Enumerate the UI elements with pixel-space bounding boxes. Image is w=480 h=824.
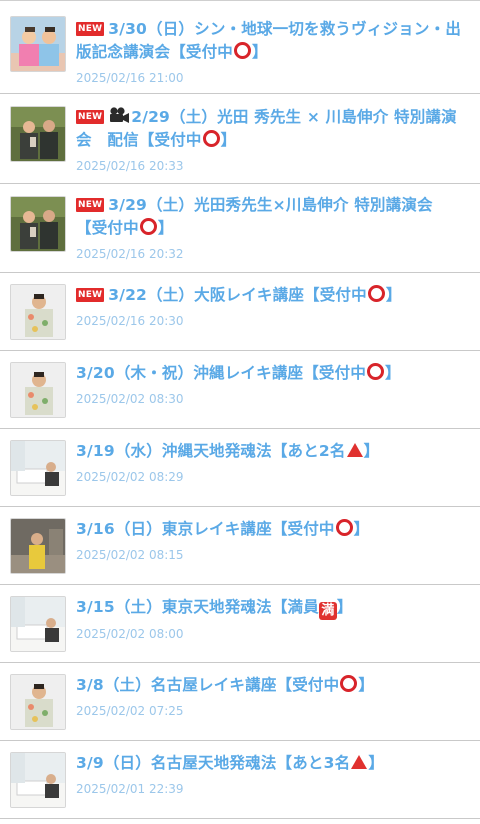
post-thumbnail[interactable] bbox=[10, 16, 66, 72]
post-title-text: 3/20（木・祝）沖縄レイキ講座【受付中 bbox=[76, 364, 367, 382]
post-date: 2025/02/16 20:30 bbox=[76, 314, 184, 328]
post-title[interactable]: 3/20（木・祝）沖縄レイキ講座【受付中】 bbox=[76, 362, 462, 385]
circle-icon bbox=[139, 218, 157, 235]
post-title-bracket: 】 bbox=[252, 43, 268, 61]
post-date: 2025/02/02 08:29 bbox=[76, 470, 184, 484]
post-title-text: 3/30（日）シン・地球一切を救うヴィジョン・出版記念講演会【受付中 bbox=[76, 20, 462, 61]
post-title[interactable]: NEW 3/30（日）シン・地球一切を救うヴィジョン・出版記念講演会【受付中】 bbox=[76, 18, 462, 64]
triangle-icon bbox=[346, 443, 363, 457]
post-thumbnail[interactable] bbox=[10, 752, 66, 808]
post-title-text: 2/29（土）光田 秀先生 × 川島伸介 特別講演会 配信【受付中 bbox=[76, 108, 457, 149]
triangle-icon bbox=[351, 755, 368, 769]
circle-icon bbox=[202, 130, 220, 147]
post-title-bracket: 】 bbox=[368, 754, 385, 772]
circle-icon bbox=[367, 285, 385, 302]
post-title[interactable]: NEW 2/29（土）光田 秀先生 × 川島伸介 特別講演会 配信【受付中】 bbox=[76, 106, 462, 152]
post-title-text: 3/8（土）名古屋レイキ講座【受付中 bbox=[76, 676, 340, 694]
list-item[interactable]: 3/20（木・祝）沖縄レイキ講座【受付中】 2025/02/02 08:30 bbox=[0, 351, 480, 429]
post-thumbnail[interactable] bbox=[10, 362, 66, 418]
post-date: 2025/02/02 07:25 bbox=[76, 704, 184, 718]
post-date: 2025/02/02 08:30 bbox=[76, 392, 184, 406]
video-camera-icon bbox=[110, 107, 130, 123]
post-title-text: 3/19（水）沖縄天地発魂法【あと2名 bbox=[76, 442, 346, 460]
post-title-bracket: 】 bbox=[353, 520, 370, 538]
list-item[interactable]: NEW 3/29（土）光田秀先生×川島伸介 特別講演会【受付中】 2025/02/… bbox=[0, 184, 480, 273]
post-title-bracket: 】 bbox=[385, 286, 402, 304]
post-date: 2025/02/16 20:33 bbox=[76, 159, 184, 173]
post-date: 2025/02/16 20:32 bbox=[76, 247, 184, 261]
post-title[interactable]: 3/15（土）東京天地発魂法【満員満】 bbox=[76, 596, 462, 620]
full-icon: 満 bbox=[318, 602, 337, 620]
post-title-text: 3/15（土）東京天地発魂法【満員 bbox=[76, 598, 319, 616]
post-thumbnail[interactable] bbox=[10, 674, 66, 730]
new-badge: NEW bbox=[76, 288, 105, 302]
circle-icon bbox=[335, 519, 353, 536]
post-thumbnail[interactable] bbox=[10, 596, 66, 652]
post-thumbnail[interactable] bbox=[10, 196, 66, 252]
post-date: 2025/02/01 22:39 bbox=[76, 782, 184, 796]
list-item[interactable]: 3/19（水）沖縄天地発魂法【あと2名】 2025/02/02 08:29 bbox=[0, 429, 480, 507]
post-title[interactable]: NEW 3/29（土）光田秀先生×川島伸介 特別講演会【受付中】 bbox=[76, 194, 462, 240]
new-badge: NEW bbox=[76, 110, 105, 124]
post-title-bracket: 】 bbox=[336, 598, 353, 616]
list-item[interactable]: NEW 2/29（土）光田 秀先生 × 川島伸介 特別講演会 配信【受付中】 20… bbox=[0, 94, 480, 184]
post-date: 2025/02/02 08:00 bbox=[76, 627, 184, 641]
new-badge: NEW bbox=[76, 22, 105, 36]
post-title-text: 3/29（土）光田秀先生×川島伸介 特別講演会【受付中 bbox=[76, 196, 433, 237]
post-title-text: 3/22（土）大阪レイキ講座【受付中 bbox=[108, 286, 367, 304]
post-title-text: 3/9（日）名古屋天地発魂法【あと3名 bbox=[76, 754, 351, 772]
post-title-bracket: 】 bbox=[363, 442, 380, 460]
list-item[interactable]: 3/15（土）東京天地発魂法【満員満】 2025/02/02 08:00 bbox=[0, 585, 480, 663]
post-title[interactable]: 3/8（土）名古屋レイキ講座【受付中】 bbox=[76, 674, 462, 697]
post-title-bracket: 】 bbox=[358, 676, 375, 694]
post-title-bracket: 】 bbox=[385, 364, 401, 382]
post-title-bracket: 】 bbox=[157, 219, 174, 237]
list-item[interactable]: NEW 3/30（日）シン・地球一切を救うヴィジョン・出版記念講演会【受付中】 2… bbox=[0, 4, 480, 94]
post-title[interactable]: 3/16（日）東京レイキ講座【受付中】 bbox=[76, 518, 462, 541]
post-date: 2025/02/16 21:00 bbox=[76, 71, 184, 85]
post-date: 2025/02/02 08:15 bbox=[76, 548, 184, 562]
post-thumbnail[interactable] bbox=[10, 284, 66, 340]
list-item[interactable]: NEW 3/22（土）大阪レイキ講座【受付中】 2025/02/16 20:30 bbox=[0, 273, 480, 351]
list-item[interactable]: 3/8（土）名古屋レイキ講座【受付中】 2025/02/02 07:25 bbox=[0, 663, 480, 741]
circle-icon bbox=[234, 42, 252, 59]
circle-icon bbox=[367, 363, 385, 380]
post-title-text: 3/16（日）東京レイキ講座【受付中 bbox=[76, 520, 335, 538]
list-item[interactable]: 3/9（日）名古屋天地発魂法【あと3名】 2025/02/01 22:39 bbox=[0, 741, 480, 819]
post-title[interactable]: NEW 3/22（土）大阪レイキ講座【受付中】 bbox=[76, 284, 462, 307]
circle-icon bbox=[340, 675, 358, 692]
post-thumbnail[interactable] bbox=[10, 440, 66, 496]
new-badge: NEW bbox=[76, 198, 105, 212]
post-title[interactable]: 3/9（日）名古屋天地発魂法【あと3名】 bbox=[76, 752, 462, 775]
post-title-bracket: 】 bbox=[220, 131, 237, 149]
list-item[interactable]: 3/16（日）東京レイキ講座【受付中】 2025/02/02 08:15 bbox=[0, 507, 480, 585]
post-thumbnail[interactable] bbox=[10, 518, 66, 574]
post-thumbnail[interactable] bbox=[10, 106, 66, 162]
post-list: NEW 3/30（日）シン・地球一切を救うヴィジョン・出版記念講演会【受付中】 2… bbox=[0, 0, 480, 824]
post-title[interactable]: 3/19（水）沖縄天地発魂法【あと2名】 bbox=[76, 440, 462, 463]
